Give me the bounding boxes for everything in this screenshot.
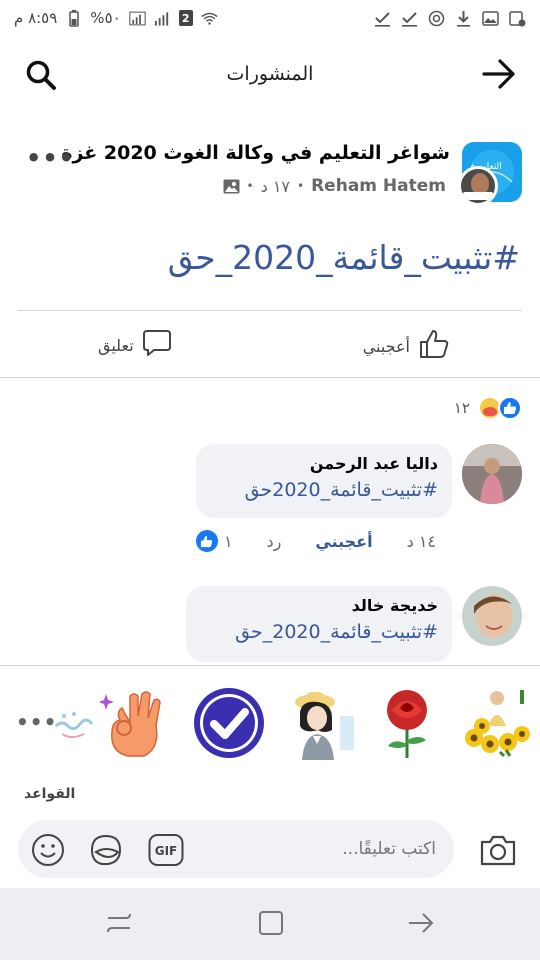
commenter-name[interactable]: خديجة خالد (200, 596, 438, 615)
comment-input[interactable] (256, 836, 436, 862)
comment-button[interactable]: تعليق (98, 328, 172, 362)
comment-text[interactable]: #تثبيت_قائمة_2020حق (210, 479, 438, 501)
post-time[interactable]: ١٧ د (261, 177, 290, 196)
settings-notification-icon (509, 10, 526, 27)
search-icon[interactable] (24, 58, 58, 92)
system-nav-bar (0, 888, 540, 960)
post-actions: أعجبني تعليق (0, 320, 540, 368)
check-notification-icon (374, 10, 391, 27)
like-reaction-icon (195, 530, 218, 552)
commenter-avatar[interactable] (462, 586, 522, 646)
commenter-name[interactable]: داليا عبد الرحمن (210, 454, 438, 473)
clock: ٨:٥٩ م (14, 9, 58, 27)
sticker-icon[interactable] (88, 832, 124, 868)
status-bar-right (374, 10, 526, 27)
top-bar: المنشورات (0, 44, 540, 104)
download-icon (455, 10, 472, 27)
post-hashtag[interactable]: #تثبيت_قائمة_2020_حق (168, 238, 520, 277)
comment-time: ١٤ د (406, 531, 436, 551)
author-name[interactable]: Reham Hatem (311, 176, 446, 196)
comment-composer: GIF (18, 820, 454, 878)
sim-badge: 2 (178, 10, 193, 26)
comment-label: تعليق (98, 335, 134, 355)
post-header: التعليم فـ شواغر التعليم في وكالة الغوث … (0, 136, 540, 208)
page-title: المنشورات (226, 63, 314, 85)
group-members-icon (223, 179, 240, 194)
ok-hand-sticker[interactable] (100, 686, 174, 760)
author-avatar-tag (463, 192, 493, 200)
greeting-text-sticker[interactable] (50, 686, 100, 760)
girl-with-hat-sticker[interactable] (282, 686, 356, 760)
recent-apps-icon[interactable] (104, 908, 134, 938)
reaction-count: ١٢ (453, 399, 470, 417)
status-bar: ٨:٥٩ م %٥٠ 2 (0, 0, 540, 36)
wifi-icon (201, 10, 218, 27)
divider (0, 377, 540, 378)
rules-link[interactable]: القواعد (24, 786, 75, 802)
signal-icon (129, 10, 146, 27)
post-more-button[interactable]: ••• (26, 144, 75, 172)
comment-meta: ١٤ د أعجبني رد ١ (195, 530, 436, 552)
reactions-summary[interactable]: ١٢ (454, 396, 522, 420)
more-stickers-button[interactable]: ••• (16, 710, 57, 734)
comment-text[interactable]: #تثبيت_قائمة_2020_حق (200, 621, 438, 643)
svg-text:GIF: GIF (155, 844, 178, 858)
comment-reply-button[interactable]: رد (267, 532, 282, 551)
back-arrow-icon[interactable] (482, 58, 516, 90)
target-icon (428, 10, 445, 27)
meta-dot: • (297, 179, 305, 193)
comment-bubble[interactable]: خديجة خالد #تثبيت_قائمة_2020_حق (186, 586, 452, 662)
home-icon[interactable] (256, 908, 286, 938)
battery-icon (65, 9, 82, 27)
check-mark-sticker[interactable] (192, 686, 266, 760)
thumbs-up-icon (418, 328, 450, 364)
gif-icon[interactable]: GIF (148, 832, 184, 868)
back-nav-icon[interactable] (406, 908, 436, 938)
camera-icon[interactable] (478, 830, 518, 870)
group-name[interactable]: شواغر التعليم في وكالة الغوث 2020 غزة (61, 142, 450, 164)
girl-in-sunflowers-sticker[interactable] (460, 686, 534, 760)
like-reaction-icon (498, 396, 522, 420)
meta-dot: • (246, 179, 254, 193)
red-rose-sticker[interactable] (370, 686, 444, 760)
author-avatar[interactable] (458, 166, 498, 206)
divider (18, 310, 522, 311)
check-notification-icon (401, 10, 418, 27)
emoji-icon[interactable] (30, 832, 66, 868)
speech-bubble-icon (142, 328, 172, 362)
battery-percent: %٥٠ (90, 9, 121, 27)
comment-like-count-value: ١ (223, 531, 233, 551)
comment-bubble[interactable]: داليا عبد الرحمن #تثبيت_قائمة_2020حق (196, 444, 452, 518)
comment-like-button[interactable]: أعجبني (315, 532, 372, 551)
status-bar-left: ٨:٥٩ م %٥٠ 2 (14, 9, 218, 27)
sticker-tray: ••• (0, 666, 540, 776)
image-icon (482, 10, 499, 27)
commenter-avatar[interactable] (462, 444, 522, 504)
signal-bars-icon (154, 10, 171, 27)
like-label: أعجبني (362, 336, 410, 356)
comment-like-count[interactable]: ١ (195, 530, 233, 552)
like-button[interactable]: أعجبني (363, 328, 450, 364)
post-meta: Reham Hatem • ١٧ د • (223, 176, 446, 196)
